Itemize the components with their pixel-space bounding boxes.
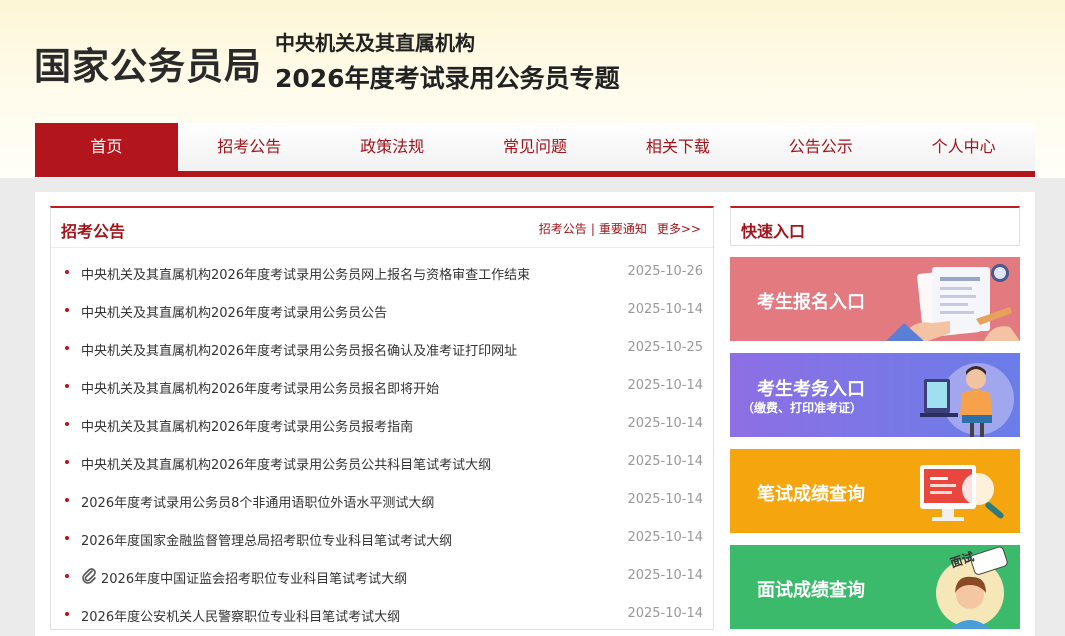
link-important-notice[interactable]: 重要通知 bbox=[599, 222, 647, 236]
nav-item-faq[interactable]: 常见问题 bbox=[464, 123, 607, 171]
list-item[interactable]: 中央机关及其直属机构2026年度考试录用公务员报名确认及准考证打印网址 2025… bbox=[51, 330, 713, 368]
bullet-dot bbox=[65, 308, 69, 312]
bullet-dot bbox=[65, 270, 69, 274]
site-title[interactable]: 国家公务员局 bbox=[34, 36, 262, 90]
bullet-dot bbox=[65, 574, 69, 578]
news-item-date: 2025-10-14 bbox=[627, 530, 703, 545]
interview-score-query-card[interactable]: 面试成绩查询 面试 bbox=[730, 545, 1020, 629]
quick-entry-header: 快速入口 bbox=[730, 206, 1020, 246]
news-panel: 招考公告 招考公告 | 重要通知 更多>> 中央机关及其直属机构2026年度考试录用公… bbox=[50, 206, 714, 630]
bullet-dot bbox=[65, 536, 69, 540]
card-sublabel: （缴费、打印准考证） bbox=[742, 401, 863, 415]
news-item-link[interactable]: 中央机关及其直属机构2026年度考试录用公务员报考指南 bbox=[81, 416, 413, 435]
news-header: 招考公告 招考公告 | 重要通知 更多>> bbox=[51, 208, 713, 248]
news-item-link[interactable]: 2026年度国家金融监督管理总局招考职位专业科目笔试考试大纲 bbox=[81, 530, 452, 549]
list-item[interactable]: 中央机关及其直属机构2026年度考试录用公务员网上报名与资格审查工作结束 202… bbox=[51, 254, 713, 292]
news-item-link[interactable]: 中央机关及其直属机构2026年度考试录用公务员网上报名与资格审查工作结束 bbox=[81, 264, 530, 283]
registration-entry-card[interactable]: 考生报名入口 bbox=[730, 257, 1020, 341]
list-item[interactable]: 中央机关及其直属机构2026年度考试录用公务员报名即将开始 2025-10-14 bbox=[51, 368, 713, 406]
news-title: 招考公告 bbox=[61, 222, 126, 241]
news-item-date: 2025-10-14 bbox=[627, 302, 703, 317]
main-nav: 首页 招考公告 政策法规 常见问题 相关下载 公告公示 个人中心 bbox=[35, 123, 1035, 177]
bullet-dot bbox=[65, 422, 69, 426]
more-link[interactable]: 更多>> bbox=[657, 222, 701, 236]
subtitle-line1: 中央机关及其直属机构 bbox=[275, 31, 475, 55]
news-item-date: 2025-10-14 bbox=[627, 492, 703, 507]
application-form-icon bbox=[886, 264, 1020, 341]
quick-entry-title: 快速入口 bbox=[741, 222, 806, 241]
nav-item-recruitment[interactable]: 招考公告 bbox=[178, 123, 321, 171]
bullet-dot bbox=[65, 498, 69, 502]
news-item-link[interactable]: 中央机关及其直属机构2026年度考试录用公务员报名即将开始 bbox=[81, 378, 439, 397]
computer-user-icon bbox=[920, 363, 1014, 437]
news-item-link[interactable]: 2026年度公安机关人民警察职位专业科目笔试考试大纲 bbox=[81, 606, 400, 625]
bullet-dot bbox=[65, 384, 69, 388]
list-item[interactable]: 2026年度考试录用公务员8个非通用语职位外语水平测试大纲 2025-10-14 bbox=[51, 482, 713, 520]
news-item-link[interactable]: 中央机关及其直属机构2026年度考试录用公务员公告 bbox=[81, 302, 387, 321]
news-item-date: 2025-10-14 bbox=[627, 568, 703, 583]
exam-affairs-entry-card[interactable]: 考生考务入口 （缴费、打印准考证） bbox=[730, 353, 1020, 437]
news-item-date: 2025-10-14 bbox=[627, 416, 703, 431]
news-item-date: 2025-10-14 bbox=[627, 378, 703, 393]
news-item-date: 2025-10-25 bbox=[627, 340, 703, 355]
news-item-date: 2025-10-26 bbox=[627, 264, 703, 279]
news-item-link[interactable]: 中央机关及其直属机构2026年度考试录用公务员报名确认及准考证打印网址 bbox=[81, 340, 517, 359]
bullet-dot bbox=[65, 460, 69, 464]
paperclip-icon bbox=[81, 567, 97, 589]
nav-item-announcements[interactable]: 公告公示 bbox=[749, 123, 892, 171]
written-score-query-card[interactable]: 笔试成绩查询 bbox=[730, 449, 1020, 533]
nav-item-policy[interactable]: 政策法规 bbox=[321, 123, 464, 171]
nav-item-downloads[interactable]: 相关下载 bbox=[606, 123, 749, 171]
card-label: 面试成绩查询 bbox=[757, 580, 865, 601]
news-item-link[interactable]: 中央机关及其直属机构2026年度考试录用公务员公共科目笔试考试大纲 bbox=[81, 454, 491, 473]
news-item-date: 2025-10-14 bbox=[627, 606, 703, 621]
monitor-search-icon bbox=[920, 465, 1004, 521]
list-item[interactable]: 中央机关及其直属机构2026年度考试录用公务员公告 2025-10-14 bbox=[51, 292, 713, 330]
bullet-dot bbox=[65, 612, 69, 616]
subtitle-line2: 2026年度考试录用公务员专题 bbox=[275, 64, 620, 93]
card-label: 笔试成绩查询 bbox=[757, 484, 865, 505]
news-links: 招考公告 | 重要通知 更多>> bbox=[539, 220, 701, 237]
nav-item-personal-center[interactable]: 个人中心 bbox=[892, 123, 1035, 171]
news-item-date: 2025-10-14 bbox=[627, 454, 703, 469]
list-item[interactable]: 2026年度国家金融监督管理总局招考职位专业科目笔试考试大纲 2025-10-1… bbox=[51, 520, 713, 558]
link-announcements[interactable]: 招考公告 bbox=[539, 222, 587, 236]
link-separator: | bbox=[590, 222, 595, 236]
card-label: 考生考务入口 bbox=[757, 379, 865, 400]
list-item[interactable]: 2026年度公安机关人民警察职位专业科目笔试考试大纲 2025-10-14 bbox=[51, 596, 713, 634]
nav-item-home[interactable]: 首页 bbox=[35, 123, 178, 171]
list-item[interactable]: 中央机关及其直属机构2026年度考试录用公务员公共科目笔试考试大纲 2025-1… bbox=[51, 444, 713, 482]
list-item[interactable]: 2026年度中国证监会招考职位专业科目笔试考试大纲 2025-10-14 bbox=[51, 558, 713, 596]
news-item-link[interactable]: 2026年度中国证监会招考职位专业科目笔试考试大纲 bbox=[101, 568, 407, 587]
news-item-link[interactable]: 2026年度考试录用公务员8个非通用语职位外语水平测试大纲 bbox=[81, 492, 434, 511]
bullet-dot bbox=[65, 346, 69, 350]
list-item[interactable]: 中央机关及其直属机构2026年度考试录用公务员报考指南 2025-10-14 bbox=[51, 406, 713, 444]
card-label: 考生报名入口 bbox=[757, 292, 865, 313]
